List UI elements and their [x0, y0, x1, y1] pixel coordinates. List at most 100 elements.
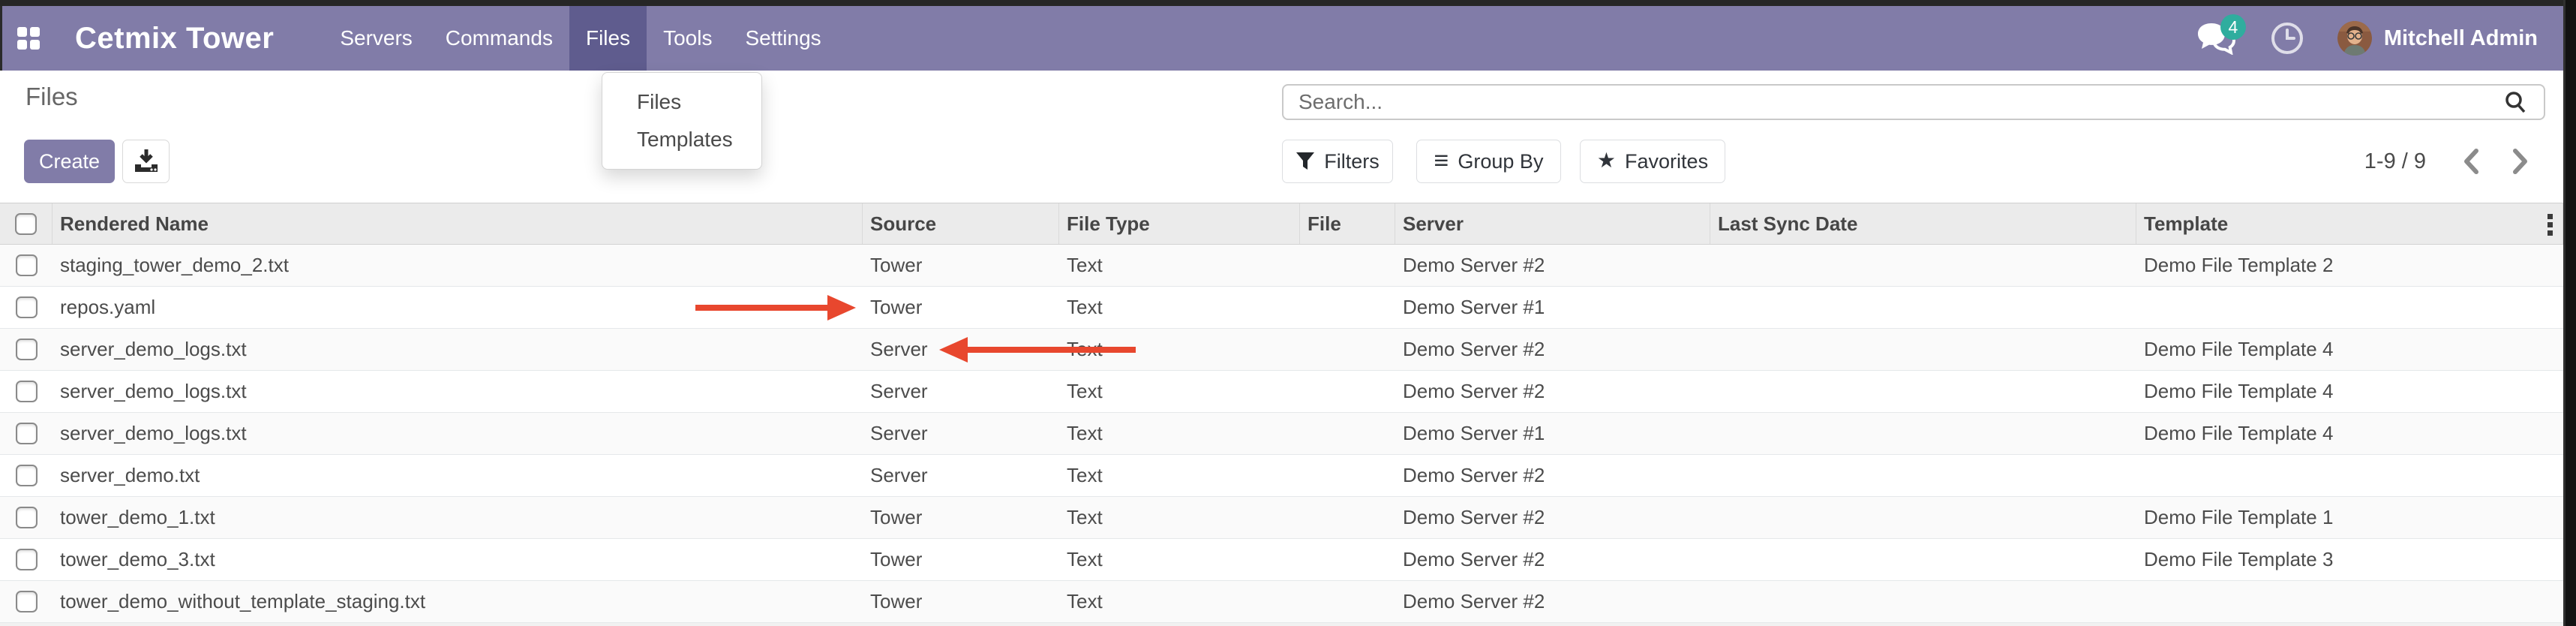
menu-item-commands[interactable]: Commands [429, 6, 569, 71]
dropdown-item-templates[interactable]: Templates [602, 121, 761, 158]
dropdown-item-files[interactable]: Files [602, 83, 761, 121]
cell-template [2136, 287, 2563, 328]
cell-template: Demo File Template 4 [2136, 329, 2563, 370]
cell-rendered-name: tower_demo_1.txt [53, 497, 863, 538]
cell-source: Tower [863, 539, 1059, 580]
select-all-checkbox[interactable] [15, 213, 37, 235]
apps-menu-button[interactable] [0, 6, 57, 71]
brand-title[interactable]: Cetmix Tower [75, 22, 274, 56]
table-row[interactable]: server_demo.txtServerTextDemo Server #2 [0, 455, 2563, 497]
row-checkbox-cell [0, 287, 53, 328]
app-window: Cetmix Tower ServersCommandsFilesToolsSe… [0, 0, 2576, 626]
cell-template [2136, 581, 2563, 622]
cell-last-sync-date [1710, 455, 2136, 496]
column-header-last-sync-date[interactable]: Last Sync Date [1710, 203, 2136, 244]
clock-icon [2270, 21, 2304, 56]
cell-template [2136, 455, 2563, 496]
cell-server: Demo Server #2 [1395, 329, 1710, 370]
cell-rendered-name: server_demo_logs.txt [53, 371, 863, 412]
table-row[interactable]: repos.yamlTowerTextDemo Server #1 [0, 287, 2563, 329]
cell-source: Server [863, 371, 1059, 412]
menu-item-files[interactable]: Files [569, 6, 647, 71]
download-tray-icon [134, 149, 159, 173]
column-header-template[interactable]: Template [2136, 203, 2563, 244]
column-header-source[interactable]: Source [863, 203, 1059, 244]
search-input[interactable] [1283, 90, 2503, 114]
user-name: Mitchell Admin [2384, 26, 2538, 51]
row-checkbox[interactable] [16, 465, 38, 486]
cell-file [1300, 455, 1395, 496]
activities-button[interactable] [2270, 21, 2304, 56]
user-menu[interactable]: Mitchell Admin [2337, 21, 2538, 56]
search-icon[interactable] [2503, 90, 2527, 114]
import-export-button[interactable] [122, 140, 170, 183]
table-row[interactable]: tower_demo_3.txtTowerTextDemo Server #2D… [0, 539, 2563, 581]
cell-last-sync-date [1710, 539, 2136, 580]
cell-file [1300, 245, 1395, 286]
cell-file-type: Text [1059, 413, 1300, 454]
cell-file [1300, 539, 1395, 580]
table-row[interactable]: server_demo_logs.txtServerTextDemo Serve… [0, 329, 2563, 371]
table-row[interactable]: tower_demo_1.txtTowerTextDemo Server #2D… [0, 497, 2563, 539]
row-checkbox[interactable] [16, 381, 38, 402]
cell-server: Demo Server #2 [1395, 455, 1710, 496]
column-header-server[interactable]: Server [1395, 203, 1710, 244]
cell-file [1300, 413, 1395, 454]
create-button[interactable]: Create [24, 140, 115, 183]
table-row[interactable]: server_demo_logs.txtServerTextDemo Serve… [0, 413, 2563, 455]
top-navbar: Cetmix Tower ServersCommandsFilesToolsSe… [0, 6, 2563, 71]
cell-server: Demo Server #1 [1395, 287, 1710, 328]
cell-template: Demo File Template 3 [2136, 539, 2563, 580]
cell-source: Server [863, 329, 1059, 370]
row-checkbox[interactable] [16, 507, 38, 528]
cell-file [1300, 287, 1395, 328]
column-header-file[interactable]: File [1300, 203, 1395, 244]
list-bars-icon: ≡ [1434, 148, 1449, 173]
cell-server: Demo Server #2 [1395, 581, 1710, 622]
table-bottom-area [0, 623, 2563, 626]
row-checkbox[interactable] [16, 549, 38, 570]
cell-rendered-name: tower_demo_without_template_staging.txt [53, 581, 863, 622]
row-checkbox-cell [0, 371, 53, 412]
table-row[interactable]: staging_tower_demo_2.txtTowerTextDemo Se… [0, 245, 2563, 287]
filters-button[interactable]: Filters [1282, 140, 1393, 183]
row-checkbox[interactable] [16, 339, 38, 360]
cell-template: Demo File Template 4 [2136, 371, 2563, 412]
favorites-button[interactable]: ★ Favorites [1580, 140, 1725, 183]
table-row[interactable]: tower_demo_without_template_staging.txtT… [0, 581, 2563, 623]
group-by-button[interactable]: ≡ Group By [1416, 140, 1561, 183]
column-header-file-type[interactable]: File Type [1059, 203, 1300, 244]
cell-file-type: Text [1059, 287, 1300, 328]
cell-file [1300, 497, 1395, 538]
pager-previous-button[interactable] [2456, 145, 2486, 178]
row-checkbox[interactable] [16, 254, 38, 276]
optional-columns-toggle-icon[interactable] [2547, 203, 2553, 245]
cell-rendered-name: repos.yaml [53, 287, 863, 328]
menu-item-servers[interactable]: Servers [323, 6, 428, 71]
row-checkbox-cell [0, 245, 53, 286]
cell-file [1300, 329, 1395, 370]
cell-source: Tower [863, 245, 1059, 286]
menu-item-settings[interactable]: Settings [728, 6, 837, 71]
favorites-label: Favorites [1625, 150, 1708, 173]
cell-file-type: Text [1059, 245, 1300, 286]
row-checkbox[interactable] [16, 423, 38, 444]
pager-range: 1-9 / 9 [2364, 149, 2426, 174]
table-row[interactable]: server_demo_logs.txtServerTextDemo Serve… [0, 371, 2563, 413]
cell-source: Tower [863, 497, 1059, 538]
group-by-label: Group By [1458, 150, 1543, 173]
pager-next-button[interactable] [2505, 145, 2535, 178]
row-checkbox-cell [0, 413, 53, 454]
cell-server: Demo Server #2 [1395, 371, 1710, 412]
navbar-right: 4 [2195, 17, 2563, 59]
cell-file-type: Text [1059, 455, 1300, 496]
cell-file-type: Text [1059, 539, 1300, 580]
cell-file-type: Text [1059, 329, 1300, 370]
pager: 1-9 / 9 [2364, 140, 2535, 183]
menu-item-tools[interactable]: Tools [647, 6, 728, 71]
messages-button[interactable]: 4 [2195, 17, 2237, 59]
row-checkbox[interactable] [16, 296, 38, 318]
star-icon: ★ [1597, 150, 1616, 171]
column-header-rendered-name[interactable]: Rendered Name [53, 203, 863, 244]
row-checkbox[interactable] [16, 591, 38, 612]
